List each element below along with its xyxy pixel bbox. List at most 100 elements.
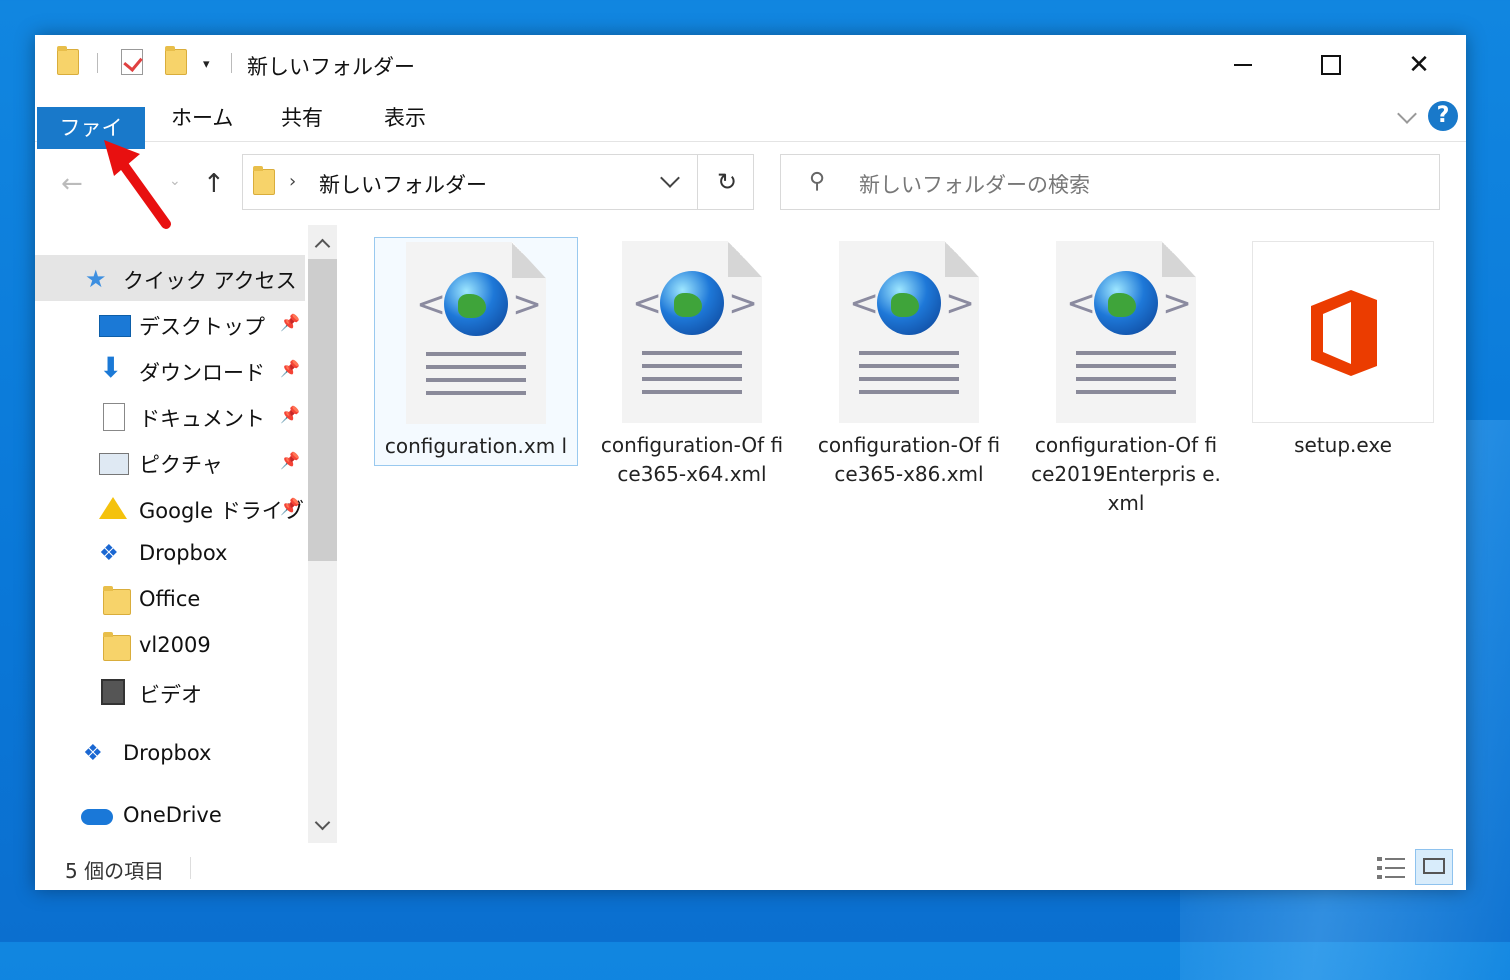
customize-quick-access-dropdown[interactable]: ▾ bbox=[203, 57, 210, 72]
pin-icon[interactable]: 📌 bbox=[280, 451, 300, 470]
up-arrow-icon[interactable]: ↑ bbox=[203, 169, 225, 199]
close-button[interactable]: ✕ bbox=[1389, 45, 1449, 85]
toolbar-divider bbox=[97, 53, 98, 73]
status-bar: 5 個の項目 bbox=[35, 845, 1466, 890]
star-icon: ★ bbox=[85, 265, 107, 293]
minimize-button[interactable] bbox=[1213, 45, 1273, 85]
dropbox-icon: ❖ bbox=[83, 741, 103, 766]
file-item-configuration-office365-x64[interactable]: < > configuration-Of fice365-x64.xml bbox=[591, 237, 793, 493]
help-icon[interactable]: ? bbox=[1428, 101, 1458, 131]
xml-file-icon: < > bbox=[1056, 241, 1196, 423]
nav-label: OneDrive bbox=[123, 803, 222, 827]
toolbar-divider bbox=[231, 53, 232, 73]
breadcrumb-current-folder[interactable]: 新しいフォルダー bbox=[319, 169, 487, 199]
nav-root-onedrive[interactable]: OneDrive bbox=[35, 793, 305, 839]
xml-file-icon: < > bbox=[622, 241, 762, 423]
onedrive-icon bbox=[81, 809, 113, 825]
file-name: configuration-Of fice2019Enterpris e.xml bbox=[1031, 433, 1221, 515]
xml-file-icon: < > bbox=[406, 242, 546, 424]
nav-pane-scrollbar[interactable] bbox=[308, 225, 337, 843]
refresh-button[interactable]: ↻ bbox=[697, 155, 756, 209]
nav-item-dropbox[interactable]: ❖ Dropbox bbox=[35, 531, 305, 577]
file-explorer-window: ▾ 新しいフォルダー ✕ ファイル ホーム 共有 表示 ? ← ⌄ ↑ › 新し… bbox=[35, 35, 1466, 890]
scrollbar-thumb[interactable] bbox=[308, 259, 337, 561]
file-item-setup-exe[interactable]: setup.exe bbox=[1242, 237, 1444, 464]
folder-icon bbox=[103, 632, 131, 661]
large-icons-view-icon[interactable] bbox=[1415, 849, 1453, 885]
maximize-icon bbox=[1321, 55, 1341, 75]
nav-item-desktop[interactable]: デスクトップ 📌 bbox=[35, 301, 305, 347]
navigation-pane: ★ クイック アクセス デスクトップ 📌 ⬇ ダウンロード 📌 ドキュメント 📌… bbox=[35, 225, 340, 845]
nav-item-documents[interactable]: ドキュメント 📌 bbox=[35, 393, 305, 439]
google-drive-icon bbox=[99, 497, 127, 519]
tab-share[interactable]: 共有 bbox=[265, 97, 339, 139]
file-name: configuration-Of fice365-x86.xml bbox=[817, 433, 1001, 486]
scroll-down-arrow-icon[interactable] bbox=[314, 814, 331, 831]
search-input[interactable]: 新しいフォルダーの検索 bbox=[859, 169, 1090, 199]
nav-item-downloads[interactable]: ⬇ ダウンロード 📌 bbox=[35, 347, 305, 393]
pin-icon[interactable]: 📌 bbox=[280, 313, 300, 332]
pin-icon[interactable]: 📌 bbox=[280, 497, 300, 516]
office-icon bbox=[1311, 290, 1377, 376]
nav-label: ドキュメント bbox=[139, 407, 265, 431]
back-arrow-icon[interactable]: ← bbox=[61, 169, 83, 199]
nav-label: ダウンロード bbox=[139, 361, 265, 385]
nav-label: Dropbox bbox=[139, 541, 228, 565]
new-folder-icon[interactable] bbox=[165, 46, 187, 75]
file-name: configuration-Of fice365-x64.xml bbox=[600, 433, 784, 486]
download-icon: ⬇ bbox=[99, 351, 123, 384]
nav-quick-access[interactable]: ★ クイック アクセス bbox=[35, 255, 305, 301]
pin-icon[interactable]: 📌 bbox=[280, 405, 300, 424]
maximize-button[interactable] bbox=[1301, 45, 1361, 85]
pin-icon[interactable]: 📌 bbox=[280, 359, 300, 378]
properties-icon[interactable] bbox=[121, 49, 143, 75]
file-name: configuration.xm l bbox=[384, 434, 568, 458]
navigation-bar: ← ⌄ ↑ › 新しいフォルダー ↻ ⚲ 新しいフォルダーの検索 bbox=[35, 141, 1466, 225]
folder-icon bbox=[253, 166, 275, 195]
search-icon: ⚲ bbox=[809, 169, 826, 194]
nav-label: Dropbox bbox=[123, 741, 212, 765]
nav-label: クイック アクセス bbox=[123, 269, 297, 293]
nav-label: デスクトップ bbox=[139, 315, 265, 339]
nav-item-vl2009[interactable]: vl2009 bbox=[35, 623, 305, 669]
file-item-configuration-office365-x86[interactable]: < > configuration-Of fice365-x86.xml bbox=[808, 237, 1010, 493]
xml-file-icon: < > bbox=[839, 241, 979, 423]
file-item-configuration-office2019enterprise[interactable]: < > configuration-Of fice2019Enterpris e.… bbox=[1025, 237, 1227, 522]
tab-home[interactable]: ホーム bbox=[155, 97, 249, 139]
folder-icon bbox=[103, 586, 131, 615]
title-bar: ▾ 新しいフォルダー ✕ bbox=[35, 35, 1466, 95]
pictures-icon bbox=[99, 453, 129, 475]
search-box[interactable]: ⚲ 新しいフォルダーの検索 bbox=[780, 154, 1440, 210]
address-dropdown-chevron-icon[interactable] bbox=[660, 168, 680, 188]
red-arrow-annotation bbox=[104, 140, 171, 229]
item-count: 5 個の項目 bbox=[65, 859, 165, 883]
nav-root-dropbox[interactable]: ❖ Dropbox bbox=[35, 731, 305, 777]
nav-label: vl2009 bbox=[139, 633, 211, 657]
breadcrumb-separator-icon[interactable]: › bbox=[289, 171, 296, 192]
status-divider bbox=[190, 857, 191, 879]
dropbox-icon: ❖ bbox=[99, 541, 119, 566]
minimize-icon bbox=[1234, 64, 1252, 66]
file-item-configuration-xml[interactable]: < > configuration.xm l bbox=[374, 237, 578, 466]
details-view-icon[interactable] bbox=[1375, 853, 1407, 883]
expand-ribbon-icon[interactable] bbox=[1397, 104, 1417, 124]
documents-icon bbox=[103, 403, 125, 431]
folder-icon bbox=[57, 46, 79, 75]
office-logo-icon bbox=[1252, 241, 1434, 423]
videos-icon bbox=[101, 679, 125, 705]
nav-item-videos[interactable]: ビデオ bbox=[35, 669, 305, 715]
tab-view[interactable]: 表示 bbox=[368, 97, 442, 139]
window-title: 新しいフォルダー bbox=[247, 55, 415, 79]
nav-label: ビデオ bbox=[139, 683, 202, 707]
file-name: setup.exe bbox=[1294, 433, 1392, 457]
address-bar[interactable]: › 新しいフォルダー ↻ bbox=[242, 154, 754, 210]
file-list-view: < > configuration.xm l < > configuration-O… bbox=[340, 225, 1466, 845]
nav-item-google-drive[interactable]: Google ドライブ 📌 bbox=[35, 485, 305, 531]
scroll-up-arrow-icon[interactable] bbox=[314, 238, 331, 255]
ribbon-tabs: ファイル ホーム 共有 表示 ? bbox=[35, 95, 1466, 182]
desktop-icon bbox=[99, 315, 131, 337]
nav-label: ピクチャ bbox=[139, 453, 223, 477]
nav-label: Office bbox=[139, 587, 201, 611]
nav-item-office[interactable]: Office bbox=[35, 577, 305, 623]
nav-item-pictures[interactable]: ピクチャ 📌 bbox=[35, 439, 305, 485]
